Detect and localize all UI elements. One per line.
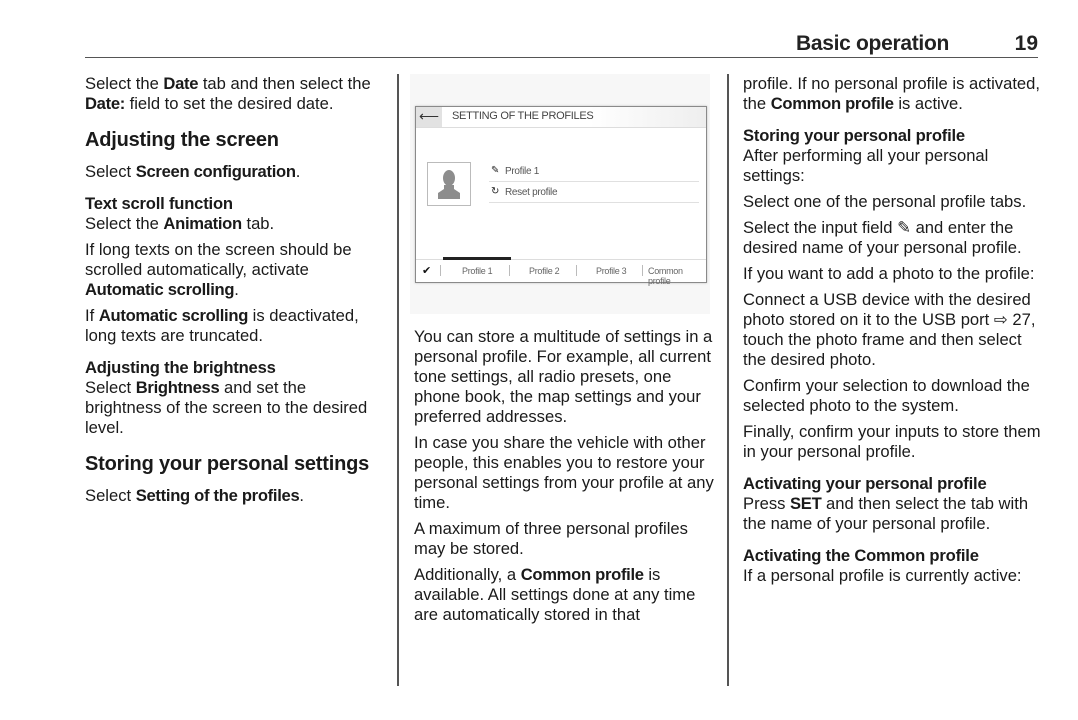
profile-tabs: ✔ Profile 1 Profile 2 Profile 3 Common p… bbox=[416, 257, 706, 286]
check-icon[interactable]: ✔ bbox=[422, 264, 431, 277]
tab-separator bbox=[642, 265, 643, 276]
paragraph: You can store a multitude of settings in… bbox=[414, 327, 713, 426]
heading-text-scroll: Text scroll function bbox=[85, 194, 233, 213]
page-reference-arrow-icon: ⇨ bbox=[993, 310, 1008, 329]
paragraph: Select Setting of the profiles. bbox=[85, 486, 305, 505]
column-2: You can store a multitude of settings in… bbox=[414, 327, 719, 631]
paragraph: Select the Animation tab. bbox=[85, 214, 275, 233]
heading-storing-profile: Storing your personal profile bbox=[743, 126, 965, 145]
back-arrow-icon[interactable]: ⟵ bbox=[416, 107, 442, 127]
paragraph: Select the input field ✎ and enter the d… bbox=[743, 218, 1022, 257]
paragraph: Additionally, a Common profile is availa… bbox=[414, 565, 696, 624]
pencil-icon: ✎ bbox=[491, 165, 500, 176]
tab-separator bbox=[509, 265, 510, 276]
tab-separator bbox=[440, 265, 441, 276]
page-reference[interactable]: 27 bbox=[1008, 310, 1030, 329]
page-number: 19 bbox=[1014, 32, 1038, 55]
reset-icon: ↻ bbox=[491, 186, 500, 197]
tab-profile-1[interactable]: Profile 1 bbox=[462, 266, 493, 276]
paragraph: If long texts on the screen should be sc… bbox=[85, 240, 352, 299]
paragraph: Confirm your selection to download the s… bbox=[743, 376, 1030, 415]
paragraph: If a personal profile is currently activ… bbox=[743, 566, 1022, 585]
profile-photo-frame[interactable] bbox=[427, 162, 471, 206]
screen-title-bar: ⟵ SETTING OF THE PROFILES bbox=[416, 107, 706, 128]
active-tab-indicator bbox=[443, 257, 511, 260]
heading-activating-personal: Activating your personal profile bbox=[743, 474, 987, 493]
paragraph: After performing all your personal setti… bbox=[743, 146, 989, 185]
page-header: Basic operation 19 bbox=[85, 30, 1038, 58]
paragraph: profile. If no personal profile is activ… bbox=[743, 74, 1041, 113]
paragraph: If Automatic scrolling is deactivated, l… bbox=[85, 306, 359, 345]
paragraph: In case you share the vehicle with other… bbox=[414, 433, 714, 512]
tab-profile-3[interactable]: Profile 3 bbox=[596, 266, 627, 276]
tab-separator bbox=[576, 265, 577, 276]
profiles-screen: ⟵ SETTING OF THE PROFILES ✎ Profile 1 ↻ … bbox=[415, 106, 707, 286]
paragraph: Select Brightness and set the brightness… bbox=[85, 378, 368, 437]
pencil-icon: ✎ bbox=[897, 218, 911, 237]
paragraph: Select Screen configuration. bbox=[85, 162, 301, 181]
column-divider bbox=[397, 74, 399, 686]
paragraph: Press SET and then select the tab with t… bbox=[743, 494, 1029, 533]
profiles-screen-figure: ⟵ SETTING OF THE PROFILES ✎ Profile 1 ↻ … bbox=[410, 74, 710, 314]
tab-profile-2[interactable]: Profile 2 bbox=[529, 266, 560, 276]
paragraph: If you want to add a photo to the profil… bbox=[743, 264, 1035, 283]
paragraph: Select one of the personal profile tabs. bbox=[743, 192, 1027, 211]
person-silhouette-icon bbox=[438, 170, 460, 199]
heading-storing-settings: Storing your personal settings bbox=[85, 453, 370, 475]
section-title: Basic operation bbox=[795, 32, 949, 55]
reset-profile-button[interactable]: ↻ Reset profile bbox=[489, 182, 699, 203]
heading-activating-common: Activating the Common profile bbox=[743, 546, 979, 565]
column-1: Select the Date tab and then select the … bbox=[85, 74, 385, 512]
paragraph: Select the Date tab and then select the … bbox=[85, 74, 371, 113]
screen-title: SETTING OF THE PROFILES bbox=[452, 110, 594, 122]
paragraph: A maximum of three personal profiles may… bbox=[414, 519, 688, 558]
column-3: profile. If no personal profile is activ… bbox=[743, 74, 1043, 592]
heading-adjusting-screen: Adjusting the screen bbox=[85, 129, 279, 151]
column-divider bbox=[727, 74, 729, 686]
paragraph: Connect a USB device with the desired ph… bbox=[743, 290, 1036, 369]
tab-common-profile[interactable]: Common profile bbox=[648, 266, 706, 286]
paragraph: Finally, confirm your inputs to store th… bbox=[743, 422, 1041, 461]
profile-name-field[interactable]: ✎ Profile 1 bbox=[489, 161, 699, 182]
heading-brightness: Adjusting the brightness bbox=[85, 358, 276, 377]
